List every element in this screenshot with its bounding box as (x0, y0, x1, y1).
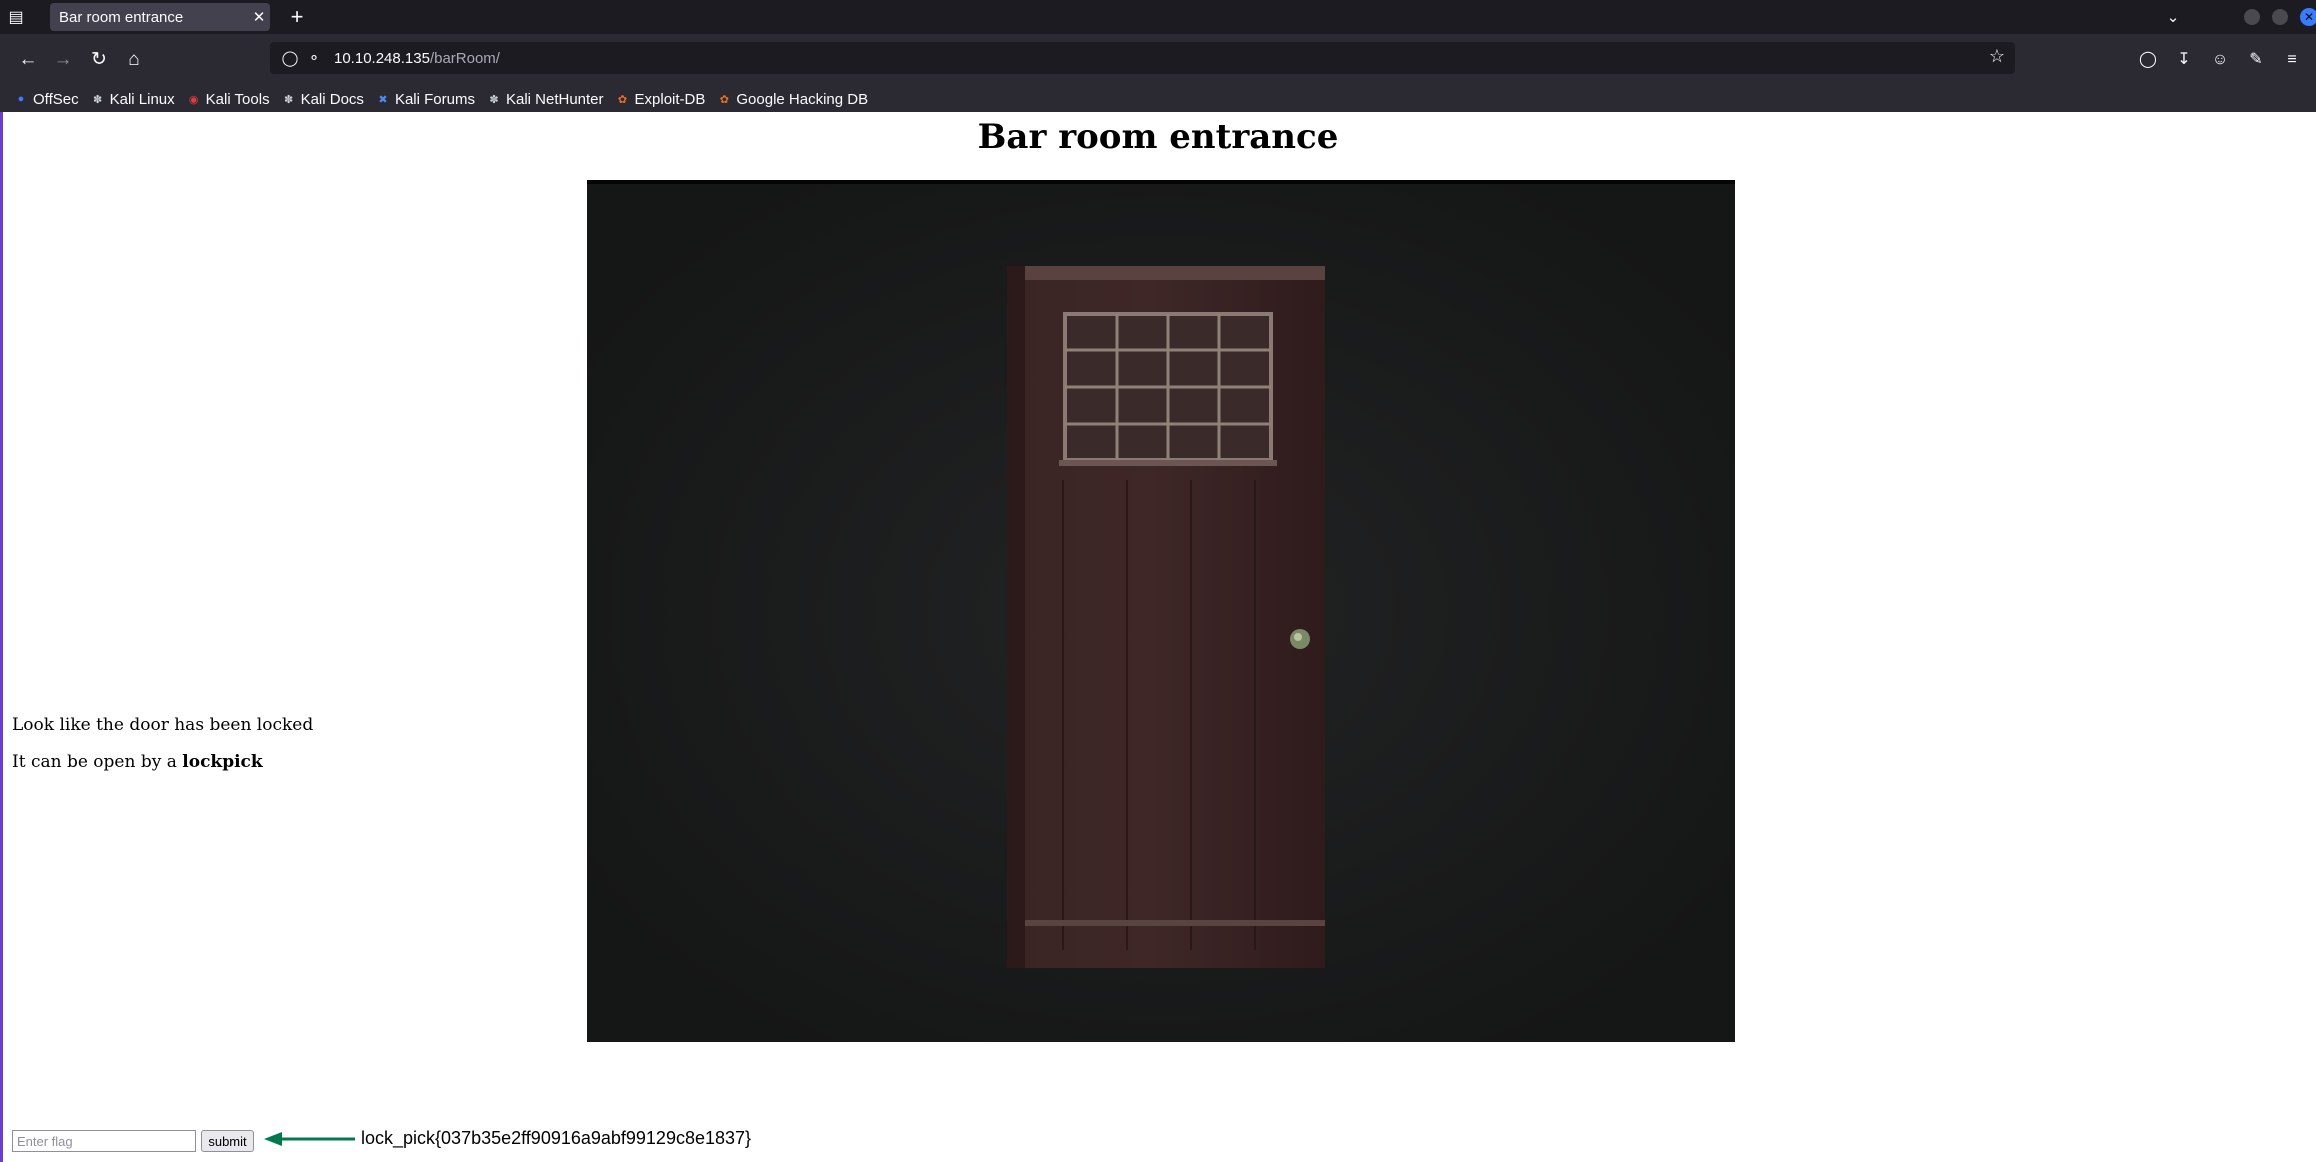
bookmark-offsec[interactable]: ● OffSec (14, 91, 79, 108)
bookmark-label: Kali Forums (394, 90, 475, 108)
flag-annotation: lock_pick{037b35e2ff90916a9abf99129c8e18… (361, 1128, 752, 1148)
bookmark-kali-tools[interactable]: ◉ Kali Tools (187, 91, 270, 108)
bookmarks-toolbar: ● OffSec ✽ Kali Linux ◉ Kali Tools ✽ Kal… (0, 86, 2316, 112)
download-icon[interactable]: ↧ (2166, 46, 2202, 74)
address-bar[interactable]: ◯ ⚬ 10.10.248.135/barRoom/ ☆ (270, 42, 2015, 74)
active-tab[interactable]: Bar room entrance ✕ (50, 3, 270, 31)
bookmark-label: Google Hacking DB (736, 90, 869, 108)
kali-tools-icon: ◉ (188, 93, 199, 106)
door-image (587, 180, 1735, 1042)
minimize-icon[interactable] (2244, 9, 2260, 25)
lockpick-hint: It can be open by a lockpick (12, 752, 263, 772)
annotation-arrow-icon (264, 1132, 355, 1146)
menu-icon[interactable]: ≡ (2274, 46, 2310, 74)
left-edge-border (0, 112, 3, 1162)
bookmark-star-icon[interactable]: ☆ (1989, 46, 2005, 67)
locked-message: Look like the door has been locked (12, 715, 314, 735)
kali-forums-icon: ✖ (378, 93, 388, 106)
bookmark-kali-nethunter[interactable]: ✽ Kali NetHunter (487, 90, 604, 108)
maximize-icon[interactable] (2272, 9, 2288, 25)
reload-icon[interactable]: ↻ (85, 46, 113, 74)
bookmark-label: Kali Tools (205, 90, 270, 108)
close-tab-icon[interactable]: ✕ (248, 8, 270, 26)
kali-dragon-icon: ✽ (489, 93, 499, 106)
bookmark-label: Kali Docs (300, 90, 364, 108)
exploit-db-icon: ✿ (617, 93, 628, 106)
bookmark-exploit-db[interactable]: ✿ Exploit-DB (616, 90, 706, 108)
tab-title: Bar room entrance (59, 8, 184, 26)
bookmark-label: Kali NetHunter (505, 90, 604, 108)
url-text[interactable]: 10.10.248.135/barRoom/ (334, 50, 500, 67)
page-title: Bar room entrance (977, 117, 1339, 157)
hint-bold: lockpick (182, 752, 263, 772)
bookmark-label: OffSec (33, 90, 79, 108)
navigation-toolbar: ← → ↻ ⌂ ◯ ⚬ 10.10.248.135/barRoom/ ☆ ◯ ↧… (0, 34, 2316, 86)
lock-icon[interactable]: ⚬ (302, 49, 326, 67)
home-icon[interactable]: ⌂ (120, 46, 148, 74)
bookmark-label: Exploit-DB (634, 90, 706, 108)
bookmark-kali-linux[interactable]: ✽ Kali Linux (91, 91, 175, 108)
shield-icon[interactable]: ◯ (278, 49, 302, 67)
kali-dragon-icon: ✽ (92, 93, 103, 106)
tab-list-icon[interactable]: ▤ (0, 0, 32, 34)
ghdb-icon: ✿ (719, 93, 729, 106)
close-window-icon[interactable]: ✕ (2300, 8, 2316, 26)
bookmark-label: Kali Linux (109, 90, 175, 108)
window-controls: ⌄ ✕ (2158, 0, 2316, 34)
offsec-icon: ● (17, 93, 25, 105)
bookmark-kali-docs[interactable]: ✽ Kali Docs (282, 91, 364, 108)
submit-button[interactable]: submit (201, 1130, 254, 1152)
kali-dragon-icon: ✽ (283, 93, 294, 106)
account-icon[interactable]: ☺ (2202, 46, 2238, 74)
flag-input[interactable] (12, 1130, 196, 1152)
extensions-icon[interactable]: ✎ (2238, 46, 2274, 74)
back-icon[interactable]: ← (14, 46, 42, 74)
bookmark-google-hacking-db[interactable]: ✿ Google Hacking DB (717, 91, 868, 108)
page-content: Bar room entrance Look like the door has… (0, 112, 2316, 1162)
chevron-down-icon[interactable]: ⌄ (2158, 8, 2188, 26)
new-tab-icon[interactable]: + (283, 3, 311, 31)
hint-text: It can be open by a (12, 752, 183, 772)
bookmark-kali-forums[interactable]: ✖ Kali Forums (376, 91, 475, 108)
tab-bar: ▤ Bar room entrance ✕ + ⌄ ✕ (0, 0, 2316, 34)
pocket-icon[interactable]: ◯ (2130, 46, 2166, 74)
url-host: 10.10.248.135 (334, 49, 430, 67)
forward-icon[interactable]: → (49, 46, 77, 74)
url-path: /barRoom/ (429, 49, 500, 67)
toolbar-right: ◯ ↧ ☺ ✎ ≡ (2130, 46, 2310, 74)
